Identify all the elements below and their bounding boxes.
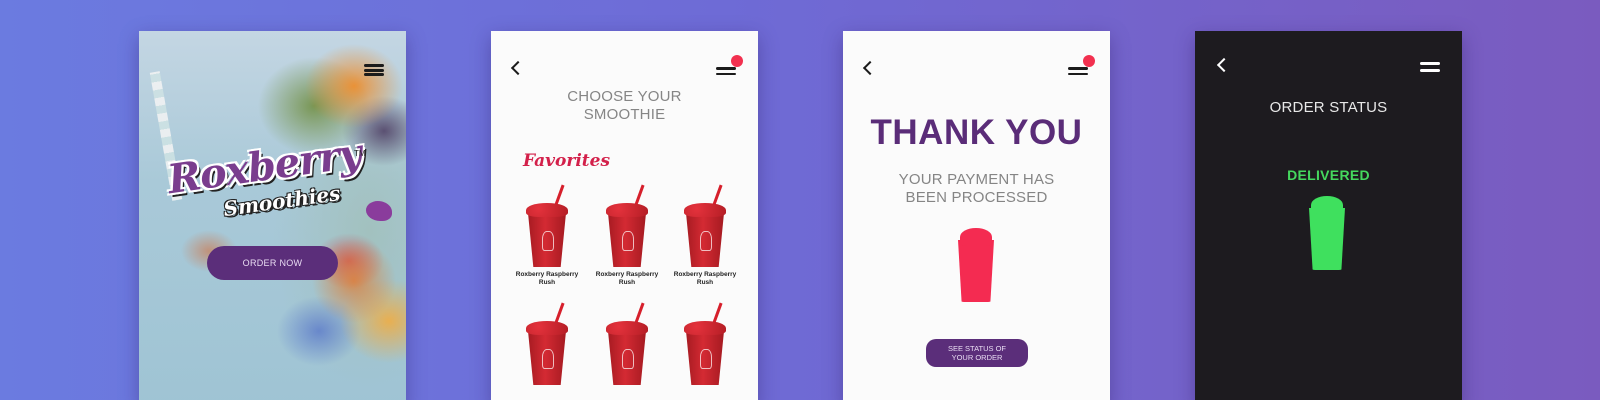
smoothie-icon <box>1307 196 1347 270</box>
product-card[interactable]: Roxberry Raspberry Rush <box>667 183 743 287</box>
favorites-heading: Favorites <box>523 151 611 171</box>
product-name: Roxberry Raspberry Rush <box>595 271 659 286</box>
hamburger-icon <box>1420 62 1440 72</box>
logo-splash <box>366 201 392 221</box>
smoothie-cup-image <box>525 183 569 267</box>
message-line: BEEN PROCESSED <box>905 189 1048 206</box>
menu-button[interactable] <box>1068 67 1088 75</box>
hamburger-icon <box>716 67 736 75</box>
chevron-left-icon[interactable] <box>510 60 526 76</box>
status-badge: DELIVERED <box>1287 167 1370 183</box>
thank-you-heading: THANK YOU <box>870 113 1083 152</box>
menu-button[interactable] <box>1420 62 1440 72</box>
smoothie-cup-image <box>683 183 727 267</box>
see-status-button[interactable]: SEE STATUS OF YOUR ORDER <box>926 339 1028 367</box>
product-card[interactable]: Roxberry Raspberry Rush <box>589 183 665 287</box>
message-line: YOUR PAYMENT HAS <box>898 171 1055 188</box>
smoothie-icon <box>956 228 996 302</box>
chevron-left-icon[interactable] <box>862 60 878 76</box>
product-card[interactable] <box>509 301 585 385</box>
chevron-left-icon[interactable] <box>1216 57 1232 73</box>
brand-logo: Roxberry Smoothies TM <box>161 130 392 253</box>
button-line: SEE STATUS OF <box>947 344 1007 353</box>
product-card[interactable] <box>589 301 665 385</box>
product-card[interactable] <box>667 301 743 385</box>
product-name: Roxberry Raspberry Rush <box>673 271 737 286</box>
notification-badge <box>1083 55 1095 67</box>
menu-button[interactable] <box>716 67 736 75</box>
smoothie-cup-image <box>605 301 649 385</box>
product-name: Roxberry Raspberry Rush <box>515 271 579 286</box>
product-card[interactable]: Roxberry Raspberry Rush <box>509 183 585 287</box>
title-line: CHOOSE YOUR <box>567 88 682 105</box>
hamburger-icon <box>1068 67 1088 75</box>
choose-smoothie-screen: CHOOSE YOUR SMOOTHIE Favorites Roxberry … <box>491 31 758 400</box>
order-now-button[interactable]: ORDER NOW <box>207 246 338 280</box>
logo-trademark: TM <box>354 149 366 158</box>
splash-screen: Roxberry Smoothies TM ORDER NOW <box>139 31 406 400</box>
page-title: CHOOSE YOUR SMOOTHIE <box>491 88 758 124</box>
button-line: YOUR ORDER <box>951 353 1003 362</box>
smoothie-cup-image <box>605 183 649 267</box>
thank-you-screen: THANK YOU YOUR PAYMENT HAS BEEN PROCESSE… <box>843 31 1110 400</box>
page-title: ORDER STATUS <box>1269 99 1388 116</box>
notification-badge <box>731 55 743 67</box>
smoothie-cup-image <box>683 301 727 385</box>
order-status-screen: ORDER STATUS DELIVERED <box>1195 31 1462 400</box>
payment-message: YOUR PAYMENT HAS BEEN PROCESSED <box>843 171 1110 207</box>
smoothie-cup-image <box>525 301 569 385</box>
hamburger-icon[interactable] <box>364 64 384 76</box>
title-line: SMOOTHIE <box>583 106 666 123</box>
